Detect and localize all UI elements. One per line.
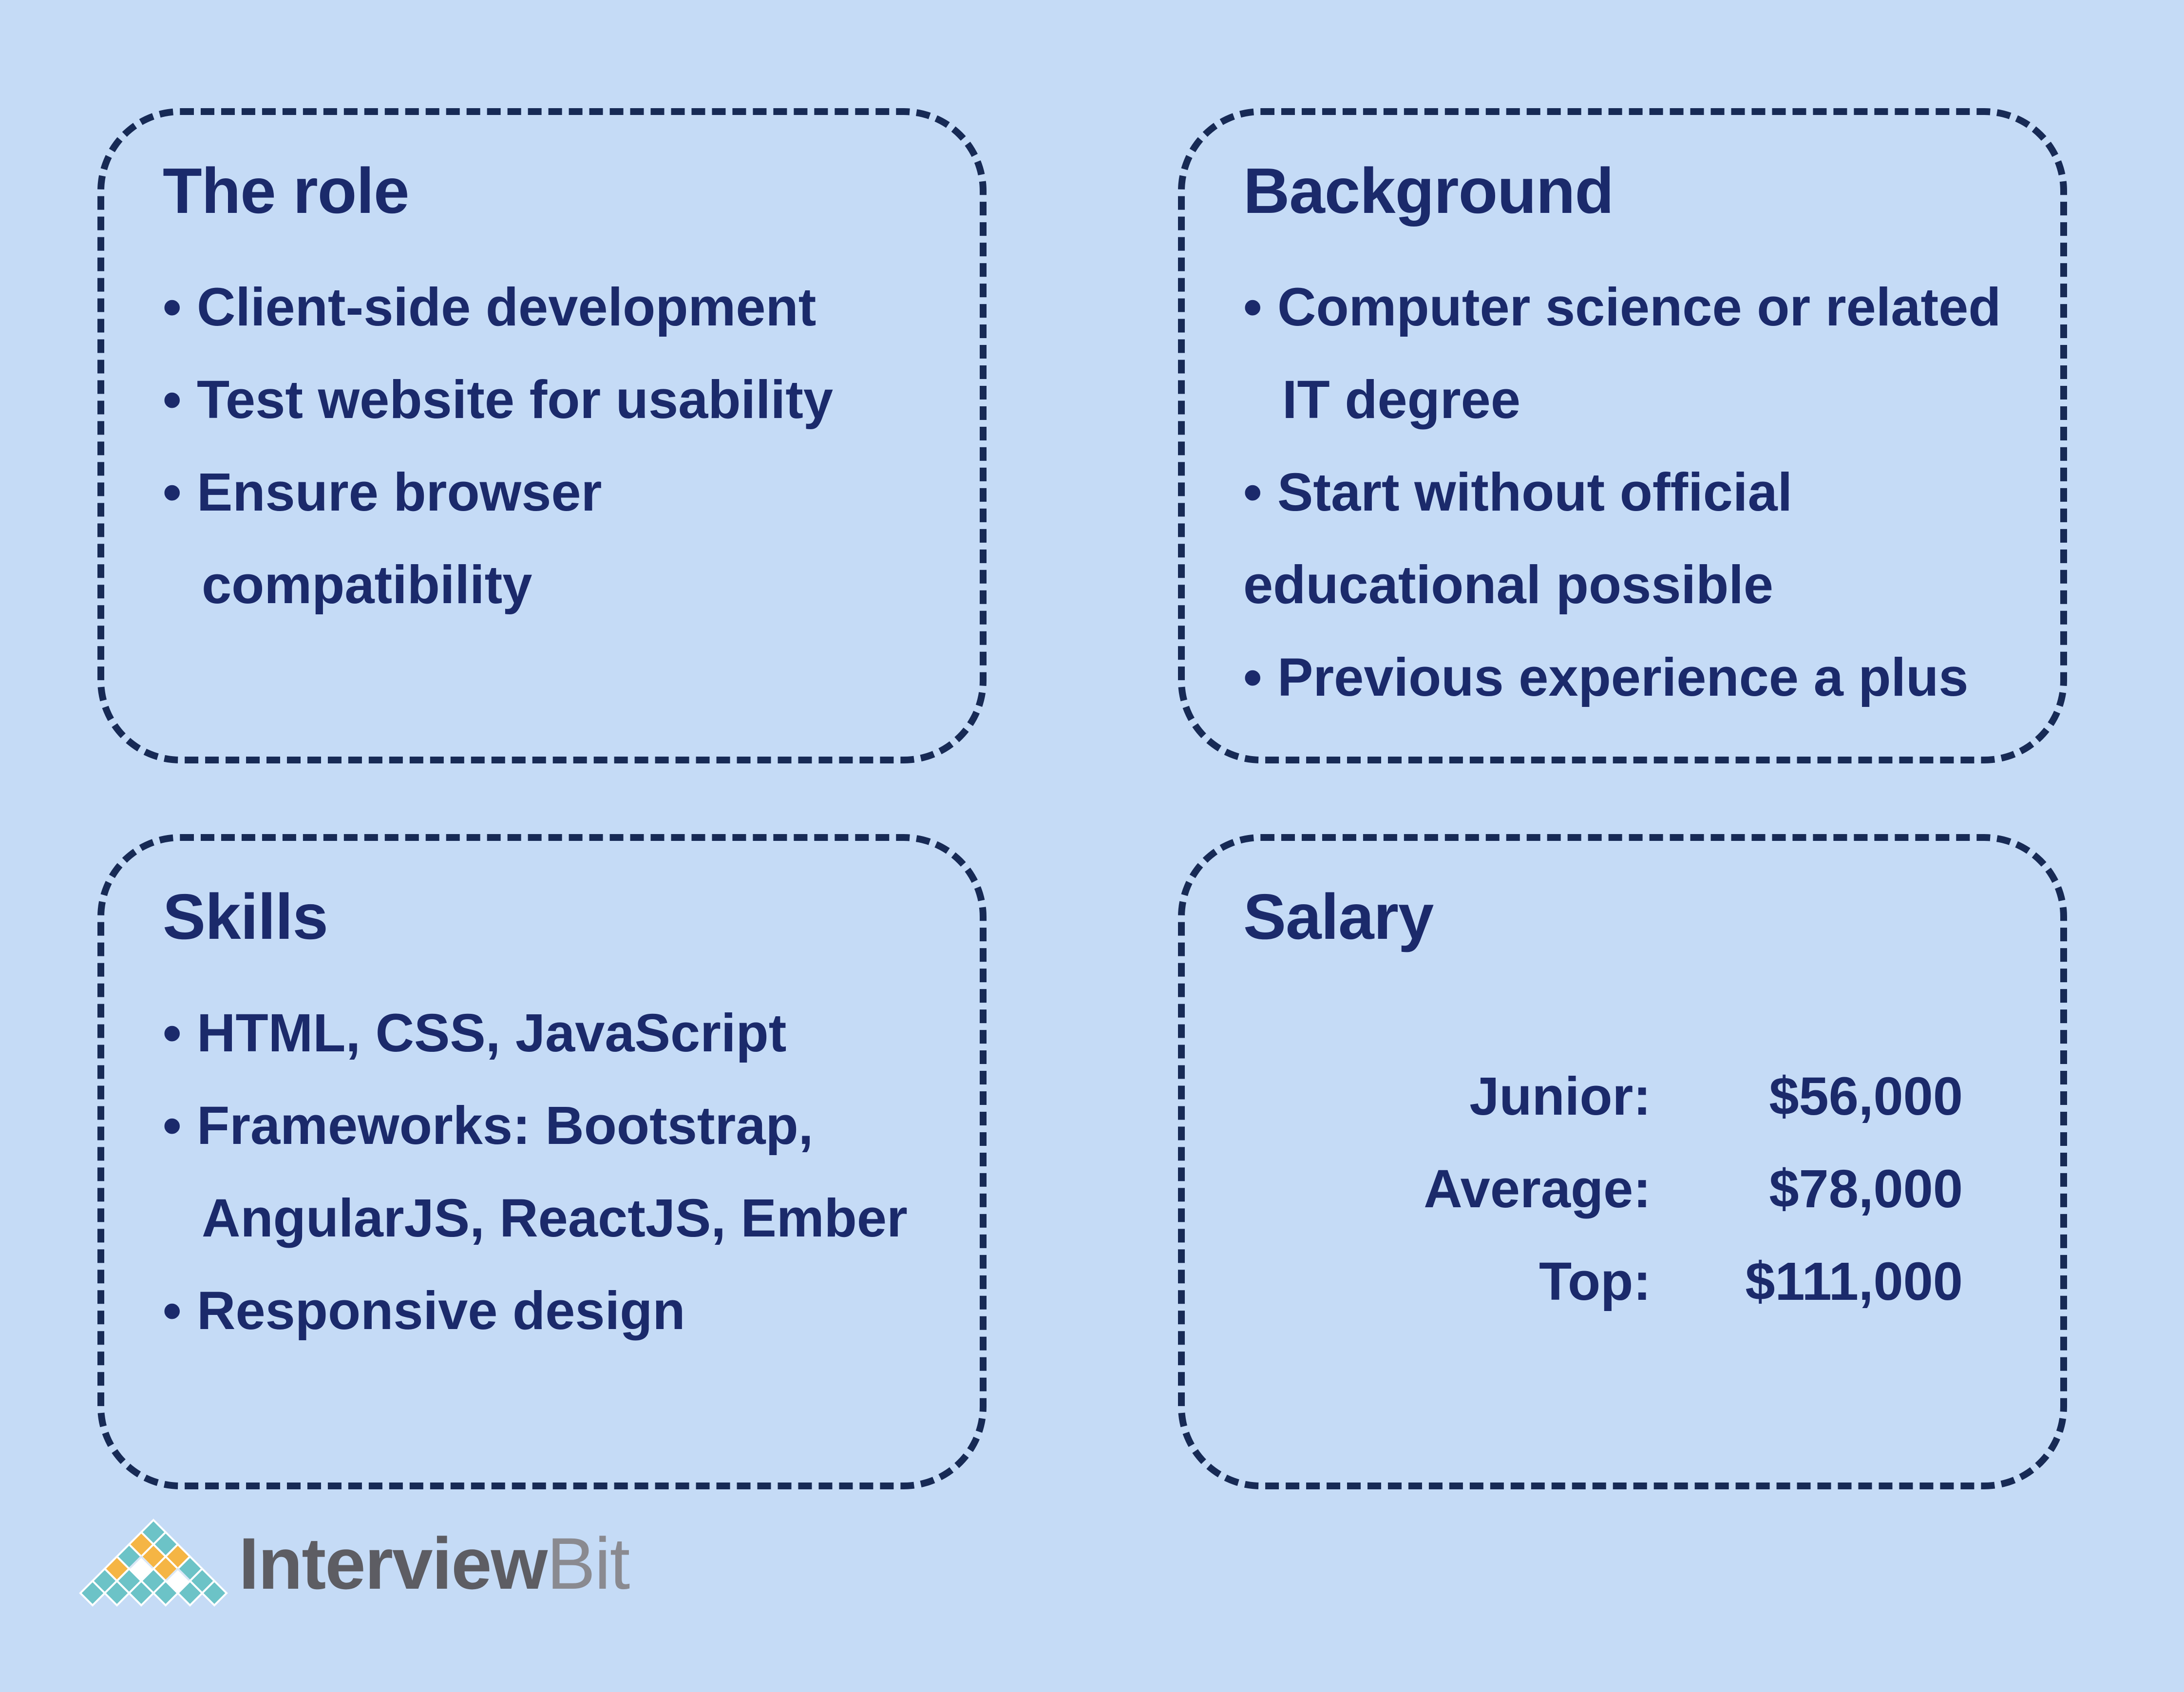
list-item: • Previous experience a plus [1243,631,2001,724]
role-title: The role [163,155,409,227]
bullet-continuation: IT degree [1282,370,1521,430]
bullet-text: Test website for usability [197,370,834,430]
bullet-dot: • [163,370,182,430]
bullet-text: Ensure browser [197,462,602,522]
list-item: • Client-side development [163,261,833,354]
bullet-text: Client-side development [197,277,817,337]
logo-wordmark: InterviewBit [239,1527,630,1600]
bullet-dot: • [163,1003,182,1063]
bullet-continuation: AngularJS, ReactJS, Ember [202,1188,908,1248]
salary-value: $78,000 [1769,1159,1963,1219]
list-item: • Test website for usability [163,354,833,446]
bullet-dot: • [163,462,182,522]
bullet-continuation: educational possible [1243,555,1774,615]
bullet-dot: • [163,1281,182,1341]
list-item: • Responsive design [163,1265,908,1357]
salary-card: Salary Junior: $56,000 Average: $78,000 … [1178,834,2067,1489]
role-bullet-list: • Client-side development • Test website… [163,261,833,631]
role-card: The role • Client-side development • Tes… [97,108,987,763]
salary-label: Junior: [1469,1066,1651,1126]
salary-row-top: Top: $111,000 [1185,1236,2060,1328]
salary-table: Junior: $56,000 Average: $78,000 Top: $1… [1185,1050,2060,1328]
bullet-text: Computer science or related [1277,277,2001,337]
bullet-continuation: compatibility [202,555,532,615]
bullet-text: Responsive design [197,1281,685,1341]
salary-label: Average: [1424,1159,1651,1219]
bullet-text: Previous experience a plus [1277,647,1969,707]
bullet-text: Frameworks: Bootstrap, [197,1096,814,1156]
list-item: • Start without official educational pos… [1243,446,2001,631]
salary-label: Top: [1538,1252,1651,1312]
list-item: • HTML, CSS, JavaScript [163,987,908,1080]
bullet-text: Start without official [1277,462,1793,522]
bullet-text: HTML, CSS, JavaScript [197,1003,787,1063]
skills-bullet-list: • HTML, CSS, JavaScript • Frameworks: Bo… [163,987,908,1357]
skills-title: Skills [163,881,328,952]
interviewbit-logo: InterviewBit [76,1515,660,1613]
bullet-dot: • [163,277,182,337]
salary-row-average: Average: $78,000 [1185,1143,2060,1236]
list-item: • Computer science or related IT degree [1243,261,2001,446]
salary-value: $56,000 [1769,1066,1963,1126]
interviewbit-diamond-grid-icon [79,1519,228,1607]
salary-title: Salary [1243,881,1434,952]
skills-card: Skills • HTML, CSS, JavaScript • Framewo… [97,834,987,1489]
bullet-dot: • [1243,277,1262,337]
bullet-dot: • [1243,462,1262,522]
background-title: Background [1243,155,1614,227]
bullet-dot: • [163,1096,182,1156]
logo-text-bit: Bit [547,1522,630,1604]
list-item: • Frameworks: Bootstrap, AngularJS, Reac… [163,1080,908,1265]
salary-row-junior: Junior: $56,000 [1185,1050,2060,1143]
bullet-dot: • [1243,647,1262,707]
background-card: Background • Computer science or related… [1178,108,2067,763]
salary-value: $111,000 [1745,1252,1963,1312]
logo-text-interview: Interview [239,1522,548,1604]
list-item: • Ensure browser compatibility [163,446,833,631]
background-bullet-list: • Computer science or related IT degree … [1243,261,2001,724]
